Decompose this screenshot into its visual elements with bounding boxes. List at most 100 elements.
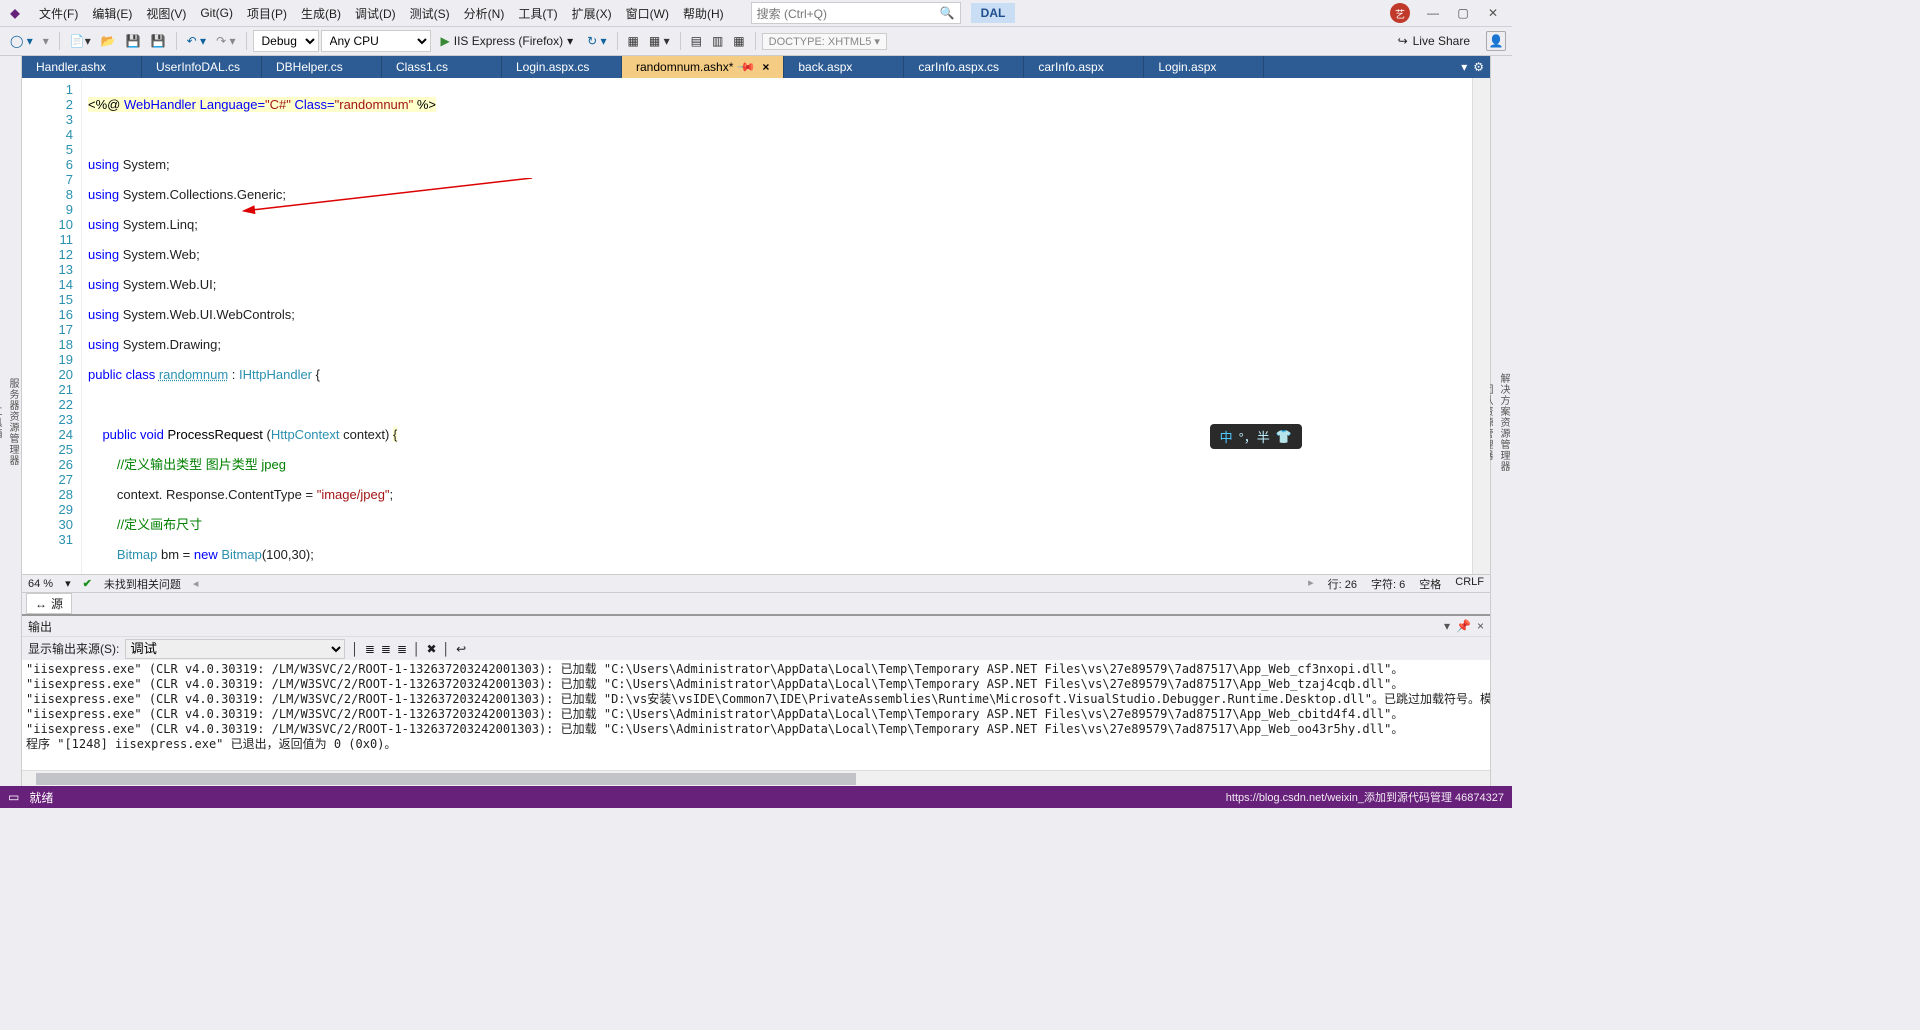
menu-file[interactable]: 文件(F) bbox=[32, 3, 85, 24]
ime-indicator[interactable]: 中°，半👕 bbox=[1210, 424, 1302, 449]
solution-explorer-tab[interactable]: 解决方案资源管理器 bbox=[1495, 369, 1512, 476]
tab-handler[interactable]: Handler.ashx bbox=[22, 56, 142, 78]
output-panel: 输出 ▾ 📌 × 显示输出来源(S): 调试 │ ≣ ≣ ≣ │ ✖ │ ↩ "… bbox=[22, 614, 1490, 786]
menu-git[interactable]: Git(G) bbox=[193, 4, 240, 22]
status-bar: ▭ 就绪 https://blog.csdn.net/weixin_添加到源代码… bbox=[0, 786, 1512, 808]
output-dropdown-icon[interactable]: ▾ bbox=[1444, 619, 1450, 633]
code-editor[interactable]: 1234567891011121314151617181920212223242… bbox=[22, 78, 1490, 574]
save-all-button[interactable]: 💾 bbox=[147, 32, 170, 50]
tab-randomnum[interactable]: randomnum.ashx*📌× bbox=[622, 56, 784, 78]
tab-login[interactable]: Login.aspx bbox=[1144, 56, 1264, 78]
maximize-button[interactable]: ▢ bbox=[1448, 2, 1478, 24]
cursor-char: 字符: 6 bbox=[1371, 576, 1405, 592]
tab-overflow-icon[interactable]: ▾ bbox=[1461, 60, 1467, 74]
editor-status-bar: 64 %▾ ✔ 未找到相关问题 ◂ ▸ 行: 26 字符: 6 空格 CRLF bbox=[22, 574, 1490, 592]
menu-edit[interactable]: 编辑(E) bbox=[85, 3, 139, 24]
output-source-select[interactable]: 调试 bbox=[125, 639, 345, 659]
doctype-select[interactable]: DOCTYPE: XHTML5 ▾ bbox=[762, 33, 887, 50]
content-area: 服务器资源管理器 工具箱 Handler.ashx UserInfoDAL.cs… bbox=[0, 56, 1512, 786]
output-h-scrollbar[interactable] bbox=[22, 770, 1490, 786]
search-icon: 🔍 bbox=[940, 6, 955, 20]
tab-back[interactable]: back.aspx bbox=[784, 56, 904, 78]
cursor-line: 行: 26 bbox=[1328, 576, 1357, 592]
tool-icon-2[interactable]: ▦ ▾ bbox=[645, 32, 674, 50]
menu-build[interactable]: 生成(B) bbox=[294, 3, 348, 24]
main-toolbar: ◯ ▾ ▾ 📄▾ 📂 💾 💾 ↶ ▾ ↷ ▾ Debug Any CPU ▶II… bbox=[0, 26, 1512, 56]
tool-icon-1[interactable]: ▦ bbox=[624, 32, 643, 50]
output-tool-1[interactable]: ≣ bbox=[365, 642, 375, 656]
save-button[interactable]: 💾 bbox=[122, 32, 145, 50]
output-tool-2[interactable]: ≣ bbox=[381, 642, 391, 656]
run-button[interactable]: ▶IIS Express (Firefox)▾ bbox=[433, 32, 582, 50]
search-box[interactable]: 搜索 (Ctrl+Q) 🔍 bbox=[751, 2, 961, 24]
tab-dbhelper[interactable]: DBHelper.cs bbox=[262, 56, 382, 78]
tab-settings-icon[interactable]: ⚙ bbox=[1473, 60, 1484, 74]
line-ending[interactable]: CRLF bbox=[1455, 576, 1484, 592]
output-text[interactable]: "iisexpress.exe" (CLR v4.0.30319: /LM/W3… bbox=[22, 660, 1490, 770]
tab-userinfodal[interactable]: UserInfoDAL.cs bbox=[142, 56, 262, 78]
line-gutter: 1234567891011121314151617181920212223242… bbox=[22, 78, 82, 574]
output-clear-icon[interactable]: ✖ bbox=[427, 642, 437, 656]
output-from-label: 显示输出来源(S): bbox=[28, 640, 119, 657]
left-tool-well: 服务器资源管理器 工具箱 bbox=[0, 56, 22, 786]
menu-view[interactable]: 视图(V) bbox=[139, 3, 193, 24]
menu-project[interactable]: 项目(P) bbox=[240, 3, 294, 24]
vs-logo-icon: ◆ bbox=[4, 2, 26, 24]
issues-ok-icon: ✔ bbox=[83, 577, 92, 590]
tool-icon-5[interactable]: ▦ bbox=[729, 32, 748, 50]
output-tool-3[interactable]: ≣ bbox=[397, 642, 407, 656]
menu-tools[interactable]: 工具(T) bbox=[511, 3, 564, 24]
redo-button[interactable]: ↷ ▾ bbox=[212, 32, 239, 50]
account-badge[interactable]: 艺 bbox=[1390, 3, 1410, 23]
menu-bar: ◆ 文件(F) 编辑(E) 视图(V) Git(G) 项目(P) 生成(B) 调… bbox=[0, 0, 1512, 26]
menu-analyze[interactable]: 分析(N) bbox=[457, 3, 512, 24]
menu-extensions[interactable]: 扩展(X) bbox=[565, 3, 619, 24]
output-pin-icon[interactable]: 📌 bbox=[1456, 619, 1471, 633]
undo-button[interactable]: ↶ ▾ bbox=[183, 32, 210, 50]
status-right-text[interactable]: https://blog.csdn.net/weixin_添加到源代码管理 46… bbox=[1226, 789, 1504, 805]
toolbox-tab[interactable]: 工具箱 bbox=[0, 402, 4, 443]
solution-name[interactable]: DAL bbox=[971, 3, 1016, 23]
tool-icon-4[interactable]: ▥ bbox=[708, 32, 727, 50]
nav-back-button[interactable]: ◯ ▾ bbox=[6, 32, 37, 50]
menu-debug[interactable]: 调试(D) bbox=[348, 3, 403, 24]
close-button[interactable]: ✕ bbox=[1478, 2, 1508, 24]
editor-column: Handler.ashx UserInfoDAL.cs DBHelper.cs … bbox=[22, 56, 1490, 786]
zoom-level[interactable]: 64 % bbox=[28, 578, 53, 590]
pin-icon[interactable]: 📌 bbox=[737, 57, 757, 77]
browser-refresh-button[interactable]: ↻ ▾ bbox=[583, 32, 610, 50]
status-box-icon: ▭ bbox=[8, 790, 19, 804]
output-close-icon[interactable]: × bbox=[1477, 619, 1484, 633]
output-wrap-icon[interactable]: ↩ bbox=[456, 642, 466, 656]
vertical-scrollbar[interactable] bbox=[1472, 78, 1490, 574]
server-explorer-tab[interactable]: 服务器资源管理器 bbox=[4, 374, 21, 470]
open-button[interactable]: 📂 bbox=[97, 32, 120, 50]
search-placeholder: 搜索 (Ctrl+Q) bbox=[757, 5, 827, 22]
account-avatar-icon[interactable]: 👤 bbox=[1486, 31, 1506, 51]
menu-test[interactable]: 测试(S) bbox=[403, 3, 457, 24]
live-share-button[interactable]: ↪Live Share bbox=[1392, 32, 1476, 50]
tab-class1[interactable]: Class1.cs bbox=[382, 56, 502, 78]
config-select[interactable]: Debug bbox=[253, 30, 319, 52]
issues-text[interactable]: 未找到相关问题 bbox=[104, 576, 181, 592]
tool-icon-3[interactable]: ▤ bbox=[687, 32, 706, 50]
code-area[interactable]: <%@ WebHandler Language="C#" Class="rand… bbox=[82, 78, 1472, 574]
tab-login-cs[interactable]: Login.aspx.cs bbox=[502, 56, 622, 78]
menu-window[interactable]: 窗口(W) bbox=[619, 3, 676, 24]
right-tool-well: 解决方案资源管理器 团队资源管理器 属性 bbox=[1490, 56, 1512, 786]
document-tabs: Handler.ashx UserInfoDAL.cs DBHelper.cs … bbox=[22, 56, 1490, 78]
ime-settings-icon[interactable]: 👕 bbox=[1276, 429, 1292, 445]
nav-fwd-button[interactable]: ▾ bbox=[39, 32, 53, 50]
new-item-button[interactable]: 📄▾ bbox=[66, 32, 95, 50]
minimize-button[interactable]: — bbox=[1418, 2, 1448, 24]
platform-select[interactable]: Any CPU bbox=[321, 30, 431, 52]
tab-carinfo[interactable]: carInfo.aspx bbox=[1024, 56, 1144, 78]
output-title: 输出 bbox=[28, 618, 1438, 635]
close-tab-icon[interactable]: × bbox=[762, 60, 769, 74]
indent-mode[interactable]: 空格 bbox=[1419, 576, 1441, 592]
status-ready: 就绪 bbox=[29, 789, 53, 806]
view-switch-bar: ↔ 源 bbox=[22, 592, 1490, 614]
source-view-button[interactable]: ↔ 源 bbox=[26, 593, 72, 614]
menu-help[interactable]: 帮助(H) bbox=[676, 3, 731, 24]
tab-carinfo-cs[interactable]: carInfo.aspx.cs bbox=[904, 56, 1024, 78]
